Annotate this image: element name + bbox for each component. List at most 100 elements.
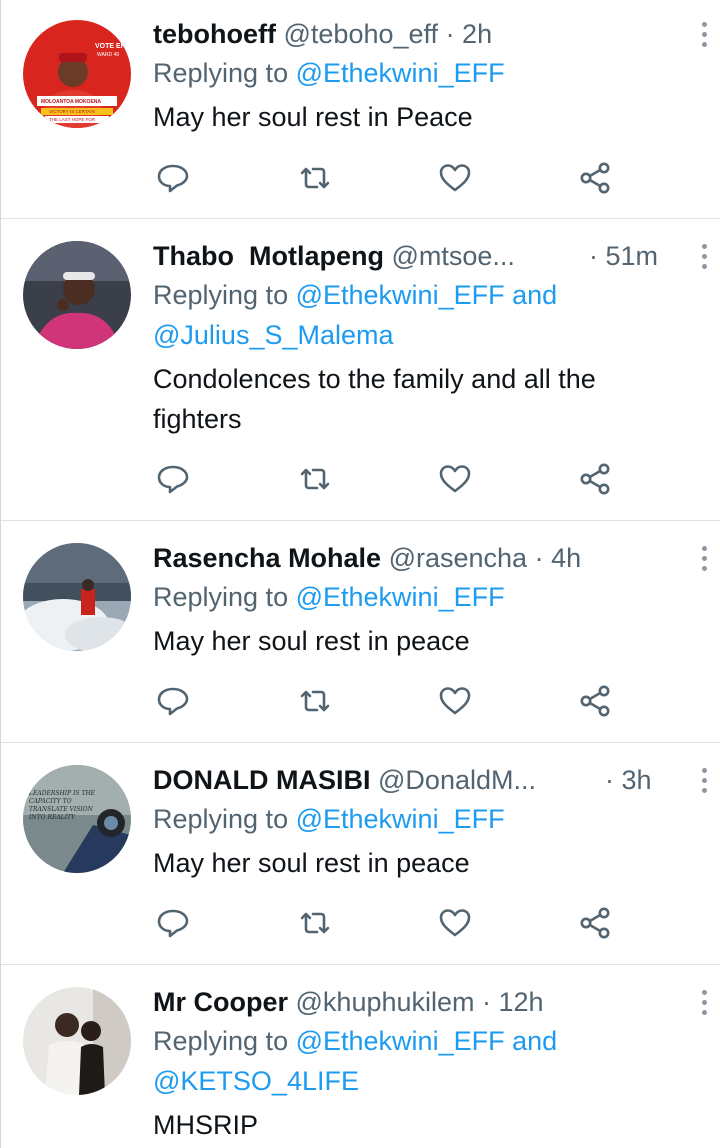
tweet-actions bbox=[1, 905, 720, 949]
tweet-2[interactable]: Thabo Motlapeng @mtsoe... · 51m Replying… bbox=[1, 219, 720, 521]
timestamp[interactable]: · 12h bbox=[482, 987, 544, 1017]
retweet-icon[interactable] bbox=[297, 461, 337, 501]
tweet-header: Thabo Motlapeng @mtsoe... · 51m bbox=[153, 237, 701, 275]
share-icon[interactable] bbox=[577, 160, 617, 200]
retweet-icon[interactable] bbox=[297, 160, 337, 200]
timestamp[interactable]: · 2h bbox=[446, 19, 493, 49]
display-name[interactable]: DONALD MASIBI bbox=[153, 765, 371, 795]
tweet-actions bbox=[1, 160, 720, 204]
share-icon[interactable] bbox=[577, 683, 617, 723]
share-icon-glyph bbox=[580, 463, 610, 495]
tweet-text-line: MHSRIP bbox=[153, 1110, 259, 1140]
replying-to-label: Replying to bbox=[153, 1026, 289, 1056]
tweet-text: Condolences to the family and all the fi… bbox=[153, 359, 701, 439]
mention-joiner: and bbox=[512, 280, 558, 310]
like-icon-glyph bbox=[439, 465, 471, 493]
tweet-text-line: May her soul rest in peace bbox=[153, 626, 470, 656]
tweet-text-line: May her soul rest in Peace bbox=[153, 102, 473, 132]
like-icon[interactable] bbox=[437, 461, 477, 501]
replying-to: Replying to @Ethekwini_EFF bbox=[153, 577, 701, 617]
share-icon[interactable] bbox=[577, 461, 617, 501]
mention-link[interactable]: @Ethekwini_EFF bbox=[296, 280, 505, 310]
retweet-icon-glyph bbox=[300, 468, 330, 490]
more-options-icon[interactable] bbox=[701, 768, 707, 796]
like-icon-glyph bbox=[439, 164, 471, 192]
replying-to: Replying to @Ethekwini_EFF bbox=[153, 799, 701, 839]
replying-to: Replying to @Ethekwini_EFF bbox=[153, 53, 701, 93]
tweet-text-line: fighters bbox=[153, 404, 242, 434]
retweet-icon-glyph bbox=[300, 912, 330, 934]
display-name[interactable]: Rasencha Mohale bbox=[153, 543, 381, 573]
tweet-text: May her soul rest in peace bbox=[153, 843, 701, 883]
tweet-4[interactable]: LEADERSHIP IS THE CAPACITY TO TRANSLATE … bbox=[1, 743, 720, 965]
reply-feed: VOTE EFF WARD 49 MOLOANTOA MOKOENA VICTO… bbox=[0, 0, 720, 1148]
share-icon[interactable] bbox=[577, 905, 617, 945]
user-handle[interactable]: @DonaldM... bbox=[378, 765, 536, 795]
retweet-icon-glyph bbox=[300, 167, 330, 189]
user-handle[interactable]: @mtsoe... bbox=[392, 241, 515, 271]
avatar[interactable] bbox=[23, 987, 131, 1095]
tweet-3[interactable]: Rasencha Mohale @rasencha · 4h Replying … bbox=[1, 521, 720, 743]
display-name[interactable]: Mr Cooper bbox=[153, 987, 288, 1017]
mention-link[interactable]: @Ethekwini_EFF bbox=[296, 1026, 505, 1056]
svg-text:LEADERSHIP IS THE: LEADERSHIP IS THE bbox=[28, 790, 96, 797]
mention-link[interactable]: @Ethekwini_EFF bbox=[296, 58, 505, 88]
like-icon-glyph bbox=[439, 687, 471, 715]
more-options-icon[interactable] bbox=[701, 546, 707, 574]
mention-link[interactable]: @KETSO_4LIFE bbox=[153, 1066, 359, 1096]
tweet-5[interactable]: Mr Cooper @khuphukilem · 12h Replying to… bbox=[1, 965, 720, 1148]
retweet-icon-glyph bbox=[300, 690, 330, 712]
avatar[interactable]: LEADERSHIP IS THE CAPACITY TO TRANSLATE … bbox=[23, 765, 131, 873]
share-icon-glyph bbox=[580, 162, 610, 194]
mention-link[interactable]: @Julius_S_Malema bbox=[153, 320, 394, 350]
tweet-1[interactable]: VOTE EFF WARD 49 MOLOANTOA MOKOENA VICTO… bbox=[1, 0, 720, 219]
svg-text:TRANSLATE VISION: TRANSLATE VISION bbox=[29, 806, 94, 813]
like-icon[interactable] bbox=[437, 905, 477, 945]
svg-text:MOLOANTOA MOKOENA: MOLOANTOA MOKOENA bbox=[41, 99, 101, 105]
display-name[interactable]: tebohoeff bbox=[153, 19, 276, 49]
more-options-icon[interactable] bbox=[701, 22, 707, 50]
retweet-icon[interactable] bbox=[297, 905, 337, 945]
reply-icon-glyph bbox=[157, 465, 189, 494]
tweet-header: Rasencha Mohale @rasencha · 4h bbox=[153, 539, 701, 577]
avatar[interactable] bbox=[23, 543, 131, 651]
tweet-actions bbox=[1, 683, 720, 727]
avatar[interactable] bbox=[23, 241, 131, 349]
svg-text:CAPACITY TO: CAPACITY TO bbox=[29, 798, 72, 805]
replying-to: Replying to @Ethekwini_EFF and @Julius_S… bbox=[153, 275, 701, 355]
reply-icon[interactable] bbox=[155, 905, 195, 945]
replying-to-label: Replying to bbox=[153, 58, 289, 88]
reply-icon-glyph bbox=[157, 164, 189, 193]
replying-to-label: Replying to bbox=[153, 280, 289, 310]
like-icon[interactable] bbox=[437, 160, 477, 200]
tweet-actions bbox=[1, 461, 720, 505]
share-icon-glyph bbox=[580, 907, 610, 939]
mention-link[interactable]: @Ethekwini_EFF bbox=[296, 804, 505, 834]
replying-to: Replying to @Ethekwini_EFF and @KETSO_4L… bbox=[153, 1021, 701, 1101]
timestamp[interactable]: · 51m bbox=[589, 237, 658, 275]
tweet-text-line: May her soul rest in peace bbox=[153, 848, 470, 878]
replying-to-label: Replying to bbox=[153, 582, 289, 612]
retweet-icon[interactable] bbox=[297, 683, 337, 723]
mention-link[interactable]: @Ethekwini_EFF bbox=[296, 582, 505, 612]
share-icon-glyph bbox=[580, 685, 610, 717]
reply-icon[interactable] bbox=[155, 160, 195, 200]
avatar[interactable]: VOTE EFF WARD 49 MOLOANTOA MOKOENA VICTO… bbox=[23, 20, 131, 128]
reply-icon-glyph bbox=[157, 687, 189, 716]
more-options-icon[interactable] bbox=[701, 244, 707, 272]
tweet-text: May her soul rest in Peace bbox=[153, 97, 701, 137]
user-handle[interactable]: @khuphukilem bbox=[296, 987, 475, 1017]
user-handle[interactable]: @rasencha bbox=[389, 543, 527, 573]
timestamp[interactable]: · 4h bbox=[535, 543, 582, 573]
reply-icon[interactable] bbox=[155, 461, 195, 501]
reply-icon-glyph bbox=[157, 909, 189, 938]
like-icon[interactable] bbox=[437, 683, 477, 723]
user-handle[interactable]: @teboho_eff bbox=[284, 19, 439, 49]
mention-joiner: and bbox=[512, 1026, 558, 1056]
more-options-icon[interactable] bbox=[701, 990, 707, 1018]
svg-text:VOTE EFF: VOTE EFF bbox=[95, 43, 130, 50]
timestamp[interactable]: · 3h bbox=[605, 761, 652, 799]
tweet-text-line: Condolences to the family and all the bbox=[153, 364, 596, 394]
reply-icon[interactable] bbox=[155, 683, 195, 723]
display-name[interactable]: Thabo Motlapeng bbox=[153, 241, 384, 271]
